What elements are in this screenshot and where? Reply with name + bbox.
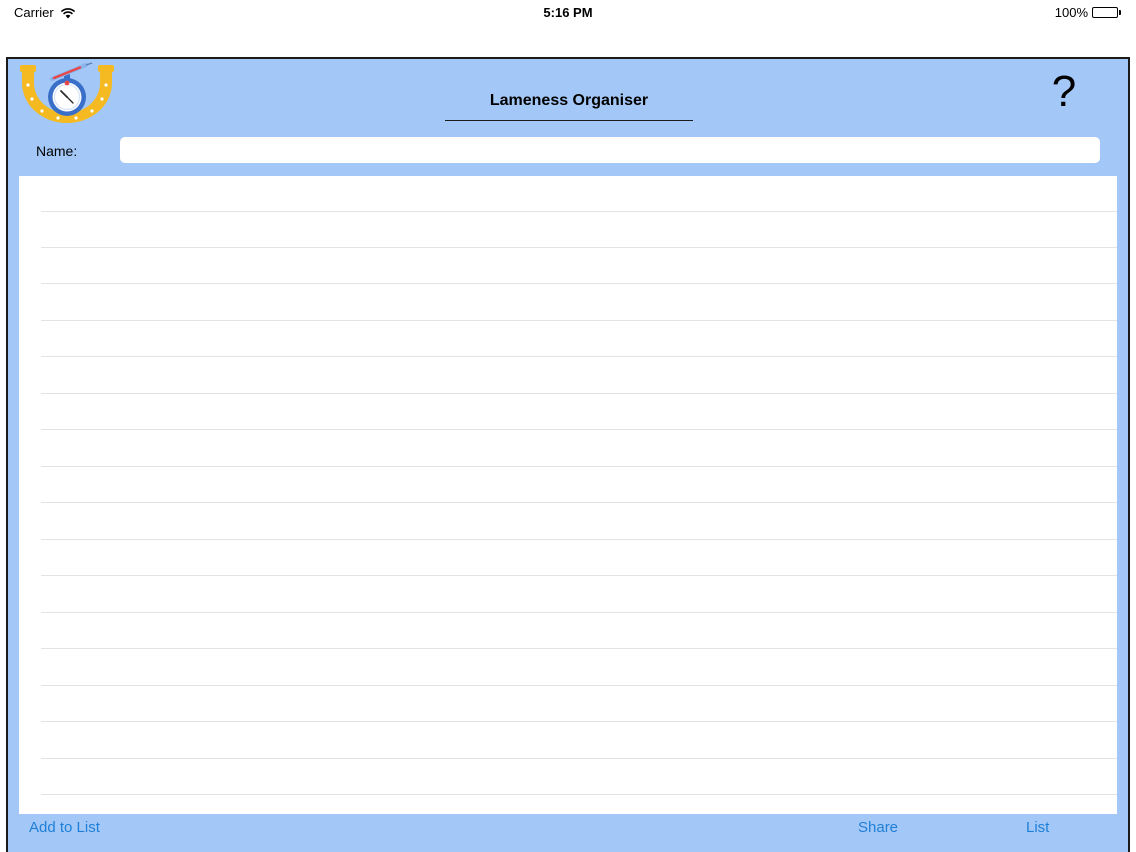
list-item[interactable] <box>41 650 1117 686</box>
list-item[interactable] <box>41 504 1117 540</box>
list-item[interactable] <box>41 394 1117 430</box>
add-to-list-button[interactable]: Add to List <box>29 819 100 836</box>
list-button[interactable]: List <box>1026 819 1049 836</box>
list-item[interactable] <box>41 176 1117 212</box>
status-time: 5:16 PM <box>543 5 593 20</box>
list-item[interactable] <box>41 577 1117 613</box>
app-frame: Lameness Organiser ? Name: Add to List S… <box>6 57 1130 852</box>
list-item[interactable] <box>41 431 1117 467</box>
list-item[interactable] <box>41 212 1117 248</box>
name-input[interactable] <box>120 137 1100 163</box>
list-item[interactable] <box>41 285 1117 321</box>
list-item[interactable] <box>41 686 1117 722</box>
list-item[interactable] <box>41 723 1117 759</box>
entries-list[interactable] <box>19 176 1117 814</box>
share-button[interactable]: Share <box>858 819 898 836</box>
battery-indicator: 100% <box>1055 5 1122 20</box>
name-label: Name: <box>36 143 78 159</box>
list-item[interactable] <box>41 321 1117 357</box>
list-item[interactable] <box>41 248 1117 284</box>
horseshoe-stopwatch-logo-icon <box>20 62 114 123</box>
list-item[interactable] <box>41 759 1117 795</box>
list-item[interactable] <box>41 613 1117 649</box>
battery-percentage: 100% <box>1054 5 1088 20</box>
battery-icon <box>1092 7 1122 18</box>
list-item[interactable] <box>41 540 1117 576</box>
list-item[interactable] <box>41 358 1117 394</box>
status-bar: Carrier 5:16 PM 100% <box>0 0 1136 26</box>
list-item[interactable] <box>41 467 1117 503</box>
help-button[interactable]: ? <box>1044 69 1084 115</box>
page-title: Lameness Organiser <box>445 89 693 121</box>
